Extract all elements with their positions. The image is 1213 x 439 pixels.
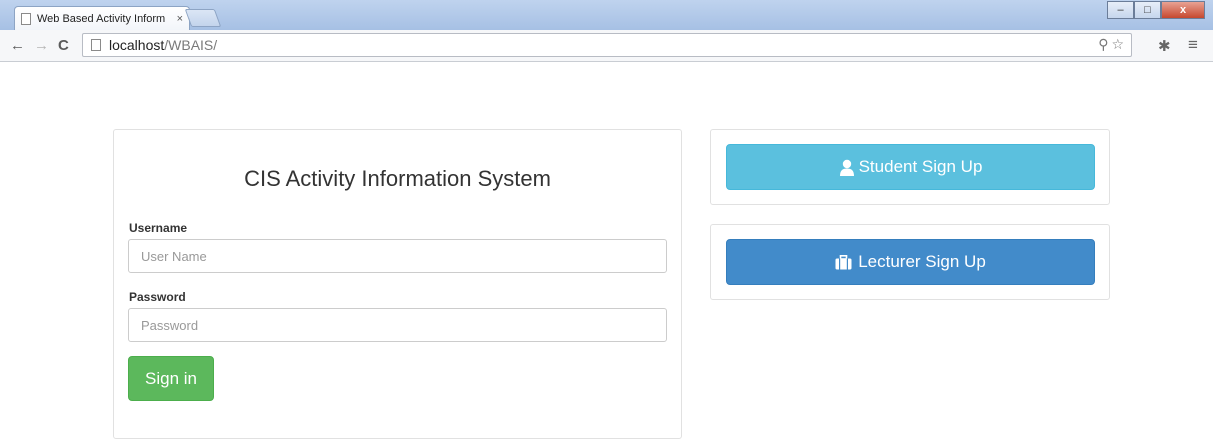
page-icon [91, 39, 101, 51]
reload-icon[interactable]: C [58, 37, 69, 54]
login-panel: CIS Activity Information System Username… [113, 129, 682, 439]
briefcase-icon [835, 254, 852, 270]
url-path: /WBAIS/ [164, 37, 218, 53]
user-icon [839, 159, 855, 176]
forward-arrow-icon[interactable]: → [34, 37, 49, 54]
lecturer-signup-panel: Lecturer Sign Up [710, 224, 1110, 300]
maximize-button[interactable]: □ [1134, 1, 1161, 19]
browser-titlebar: Web Based Activity Inform × – □ x [0, 0, 1213, 30]
zoom-star-icons[interactable]: ⚲☆ [1098, 36, 1127, 53]
lecturer-signup-button[interactable]: Lecturer Sign Up [726, 239, 1095, 285]
back-arrow-icon[interactable]: ← [10, 37, 25, 54]
url-host: localhost [109, 37, 165, 53]
menu-icon[interactable]: ≡ [1188, 35, 1198, 55]
student-signup-panel: Student Sign Up [710, 129, 1110, 205]
minimize-button[interactable]: – [1107, 1, 1134, 19]
lecturer-signup-label: Lecturer Sign Up [858, 252, 986, 271]
browser-toolbar: ← → C localhost /WBAIS/ ⚲☆ ✱ ≡ [0, 30, 1213, 62]
address-bar[interactable]: localhost /WBAIS/ ⚲☆ [82, 33, 1132, 57]
browser-tab[interactable]: Web Based Activity Inform × [14, 6, 190, 30]
student-signup-button[interactable]: Student Sign Up [726, 144, 1095, 190]
tab-close-icon[interactable]: × [177, 13, 183, 25]
student-signup-label: Student Sign Up [858, 157, 983, 176]
new-tab-button[interactable] [184, 9, 222, 27]
extension-icon[interactable]: ✱ [1158, 37, 1171, 55]
close-window-button[interactable]: x [1161, 1, 1205, 19]
password-label: Password [129, 290, 186, 304]
page-icon [21, 12, 31, 25]
signin-button[interactable]: Sign in [128, 356, 214, 401]
username-input[interactable] [128, 239, 667, 273]
page-title: CIS Activity Information System [244, 166, 551, 191]
tab-title: Web Based Activity Inform [37, 12, 166, 25]
password-input[interactable] [128, 308, 667, 342]
username-label: Username [129, 221, 188, 235]
window-controls: – □ x [1107, 1, 1205, 19]
